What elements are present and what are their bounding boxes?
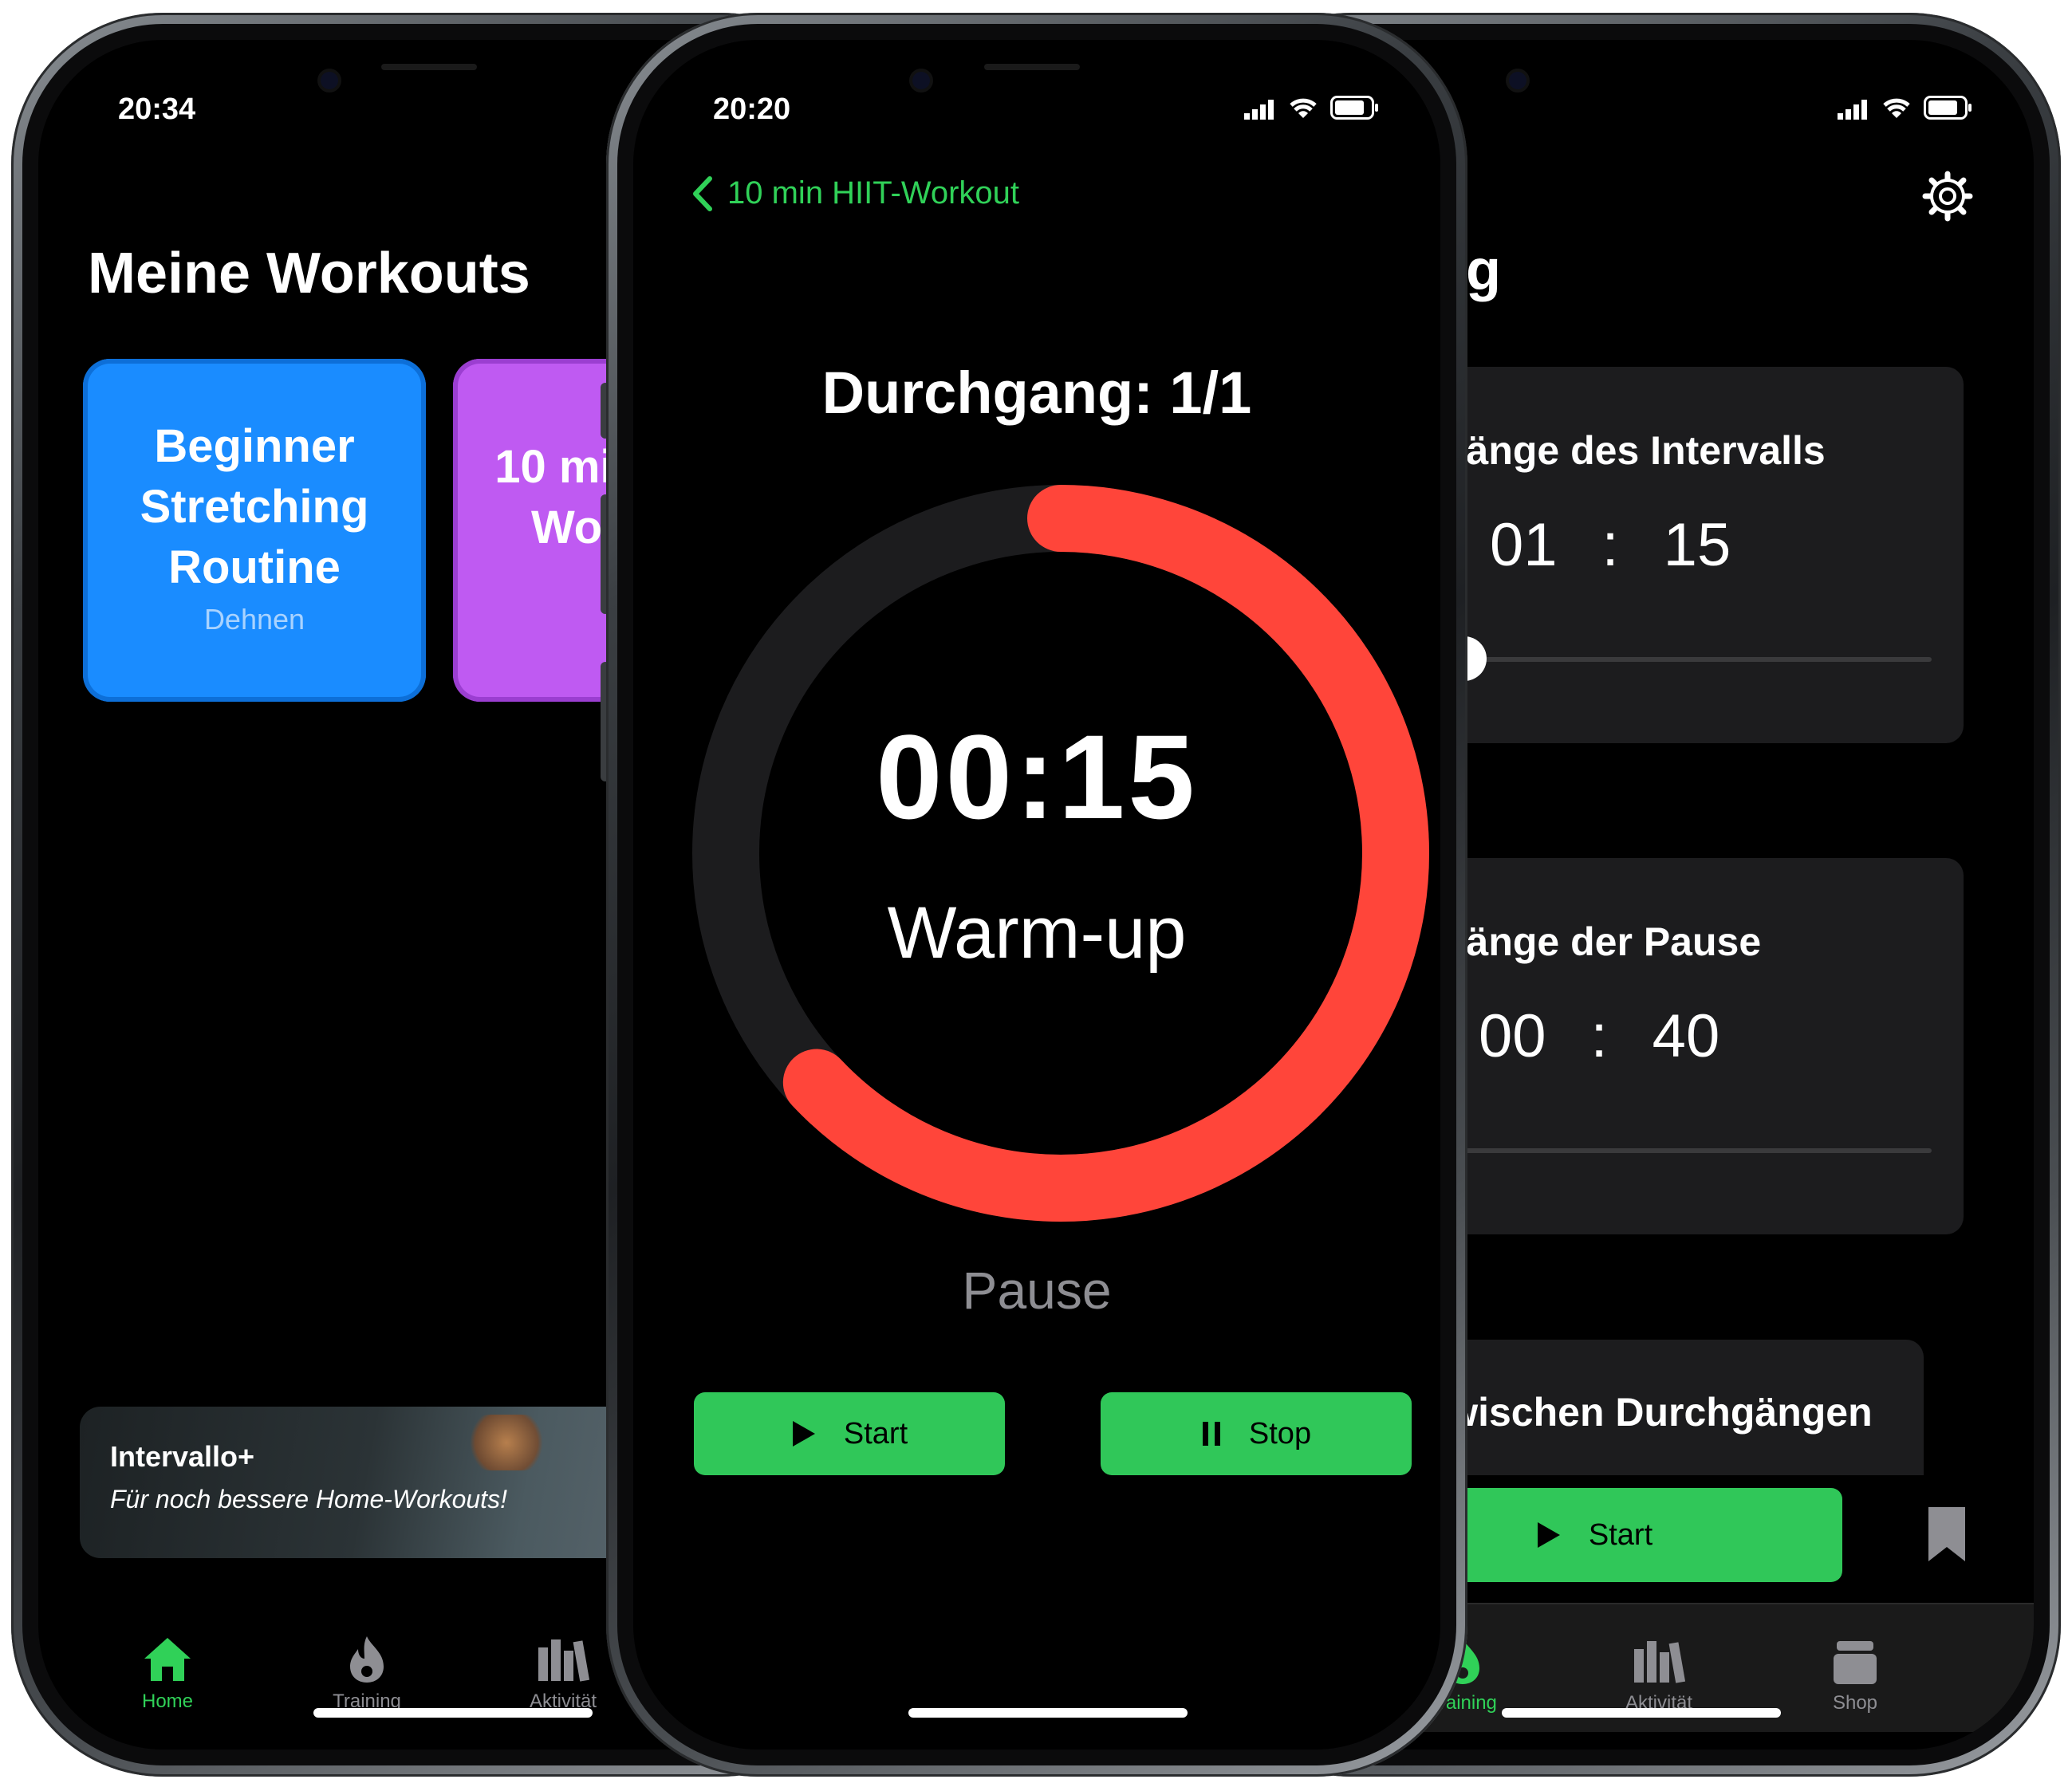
promo-subtitle: Für noch bessere Home-Workouts! [110, 1485, 507, 1513]
books-icon [1634, 1641, 1686, 1683]
start-button-label: Start [843, 1416, 908, 1450]
pause-length-label: Länge der Pause [1442, 919, 1762, 964]
front-camera [1509, 72, 1526, 89]
status-time: 20:20 [713, 92, 791, 126]
next-phase-label: Pause [962, 1261, 1112, 1320]
round-counter: Durchgang: 1/1 [821, 360, 1252, 426]
interval-seconds[interactable]: 15 [1664, 510, 1731, 580]
pause-slider-track[interactable] [1450, 1148, 1932, 1153]
interval-length-label: Länge des Intervalls [1442, 428, 1826, 473]
tab-shop-label: Shop [1832, 1692, 1878, 1714]
tab-shop[interactable]: Shop [1775, 1636, 1935, 1714]
progress-ring-arc [782, 485, 1429, 1222]
earpiece [984, 64, 1080, 70]
promo-title: Intervallo+ [110, 1440, 255, 1473]
promo-image-accent [463, 1415, 550, 1470]
tab-home-label: Home [141, 1691, 194, 1712]
pause-minutes[interactable]: 00 [1479, 1002, 1546, 1071]
time-separator: : [1601, 511, 1619, 579]
home-indicator [1502, 1708, 1781, 1718]
interval-time-display: 01 : 15 [1490, 510, 1731, 580]
gear-icon[interactable] [1922, 171, 1973, 222]
house-icon [144, 1638, 191, 1681]
workout-category: Dehnen [203, 603, 305, 636]
tab-home[interactable]: Home [88, 1635, 247, 1713]
front-camera [912, 72, 930, 89]
progress-ring [692, 485, 1429, 1222]
page-title: g [1466, 238, 1501, 302]
pause-time-display: 00 : 40 [1479, 1002, 1719, 1071]
battery-icon [1330, 96, 1378, 120]
signal-icon [1838, 100, 1867, 120]
signal-icon [1244, 100, 1274, 120]
status-icons [1244, 96, 1380, 120]
pause-seconds[interactable]: 40 [1652, 1002, 1720, 1071]
workout-card[interactable]: Beginner Stretching Routine Dehnen [83, 359, 426, 702]
status-time: 20:34 [118, 92, 196, 126]
stop-button[interactable]: Stop [1101, 1392, 1412, 1475]
time-separator: : [1590, 1002, 1608, 1070]
timer-display: 00:15 [876, 710, 1198, 844]
play-icon [792, 1421, 815, 1447]
flame-icon [350, 1636, 384, 1683]
phone-timer: 20:20 10 min HIIT-Workout Durchgang: 1/1… [606, 13, 1467, 1777]
back-button[interactable]: 10 min HIIT-Workout [692, 175, 1019, 211]
battery-icon [1924, 96, 1972, 120]
play-icon [1537, 1522, 1560, 1548]
start-button[interactable]: Start [694, 1392, 1005, 1475]
tab-activity[interactable]: Aktivität [1579, 1636, 1739, 1714]
interval-minutes[interactable]: 01 [1490, 510, 1558, 580]
phase-label: Warm-up [887, 892, 1187, 974]
bookmark-icon[interactable] [1927, 1506, 1967, 1563]
interval-slider-track[interactable] [1450, 657, 1932, 662]
home-indicator [313, 1708, 593, 1718]
chevron-left-icon [693, 175, 712, 211]
pause-icon [1202, 1422, 1220, 1446]
start-button-label: Start [1588, 1517, 1653, 1552]
books-icon [538, 1639, 590, 1682]
stop-button-label: Stop [1248, 1416, 1312, 1450]
front-camera [321, 72, 338, 89]
bag-icon [1834, 1641, 1877, 1684]
wifi-icon [1883, 98, 1910, 118]
back-button-label: 10 min HIIT-Workout [727, 175, 1020, 211]
page-title: Meine Workouts [88, 242, 530, 305]
wifi-icon [1290, 98, 1317, 118]
status-icons [1838, 96, 1973, 120]
home-indicator [908, 1708, 1188, 1718]
timer-screen: 20:20 10 min HIIT-Workout Durchgang: 1/1… [633, 40, 1440, 1750]
workout-title: Beginner Stretching Routine [140, 420, 369, 593]
tab-training[interactable]: Training [287, 1635, 447, 1713]
earpiece [381, 64, 477, 70]
